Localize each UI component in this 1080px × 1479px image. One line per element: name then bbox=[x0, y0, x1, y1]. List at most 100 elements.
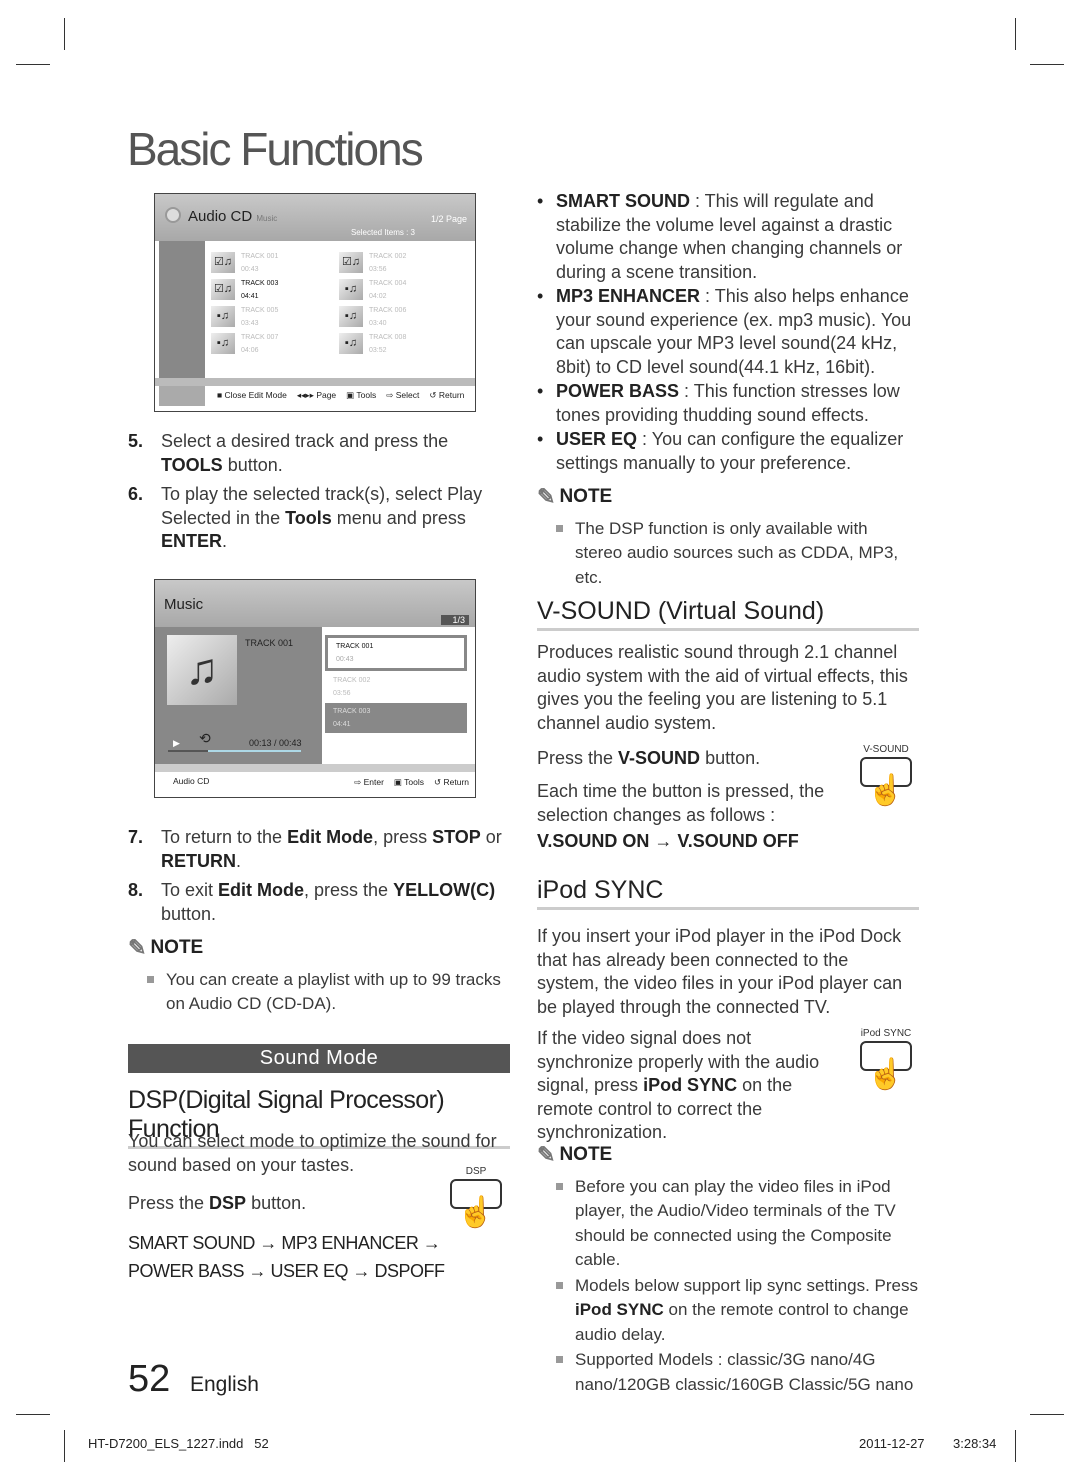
step-number: 6. bbox=[128, 484, 144, 504]
footer-label: Select bbox=[395, 390, 420, 400]
crop-mark bbox=[1030, 1414, 1064, 1415]
step-number: 8. bbox=[128, 880, 144, 900]
tools-icon: ▣ bbox=[346, 390, 357, 400]
page-title: Basic Functions bbox=[127, 123, 424, 175]
footer-label: Tools bbox=[404, 777, 424, 787]
track-item[interactable]: ▪♫ TRACK 008 03:52 bbox=[339, 333, 467, 354]
playlist-item[interactable]: TRACK 003 04:41 bbox=[325, 703, 467, 733]
slug-file: HT-D7200_ELS_1227.indd 52 bbox=[88, 1436, 269, 1451]
page-indicator: 1/3 bbox=[441, 615, 469, 625]
vsound-heading: V-SOUND (Virtual Sound) bbox=[537, 597, 919, 631]
step-item: 6. To play the selected track(s), select … bbox=[128, 483, 513, 554]
track-time: 04:06 bbox=[241, 346, 259, 354]
note-item: The DSP function is only available with … bbox=[537, 517, 917, 591]
pencil-icon: ✎ bbox=[537, 1142, 556, 1167]
crop-mark bbox=[16, 64, 50, 65]
ipod-sync-text: If the video signal does not synchronize… bbox=[537, 1028, 820, 1142]
note-heading: ✎ NOTE bbox=[128, 935, 204, 960]
footer-label: Tools bbox=[356, 390, 377, 400]
slug-time: 3:28:34 bbox=[953, 1436, 997, 1451]
audio-cd-edit-screen: Audio CD Music 1/2 Page Selected Items :… bbox=[154, 193, 476, 412]
crop-mark bbox=[1030, 64, 1064, 65]
track-label: TRACK 007 04:06 bbox=[241, 331, 278, 357]
play-icon: ▶ bbox=[173, 738, 180, 748]
playlist-item[interactable]: TRACK 002 03:56 bbox=[325, 672, 467, 702]
track-item[interactable]: ☑♫ TRACK 001 00:43 bbox=[211, 252, 339, 273]
music-note-icon: ▪♫ bbox=[339, 306, 363, 327]
mode-item: POWER BASS : This function stresses low … bbox=[537, 380, 917, 427]
step-number: 7. bbox=[128, 827, 144, 847]
step-item: 8. To exit Edit Mode, press the YELLOW(C)… bbox=[128, 879, 513, 926]
dsp-button-illustration: DSP ☝ bbox=[450, 1166, 502, 1230]
hand-icon: ☝ bbox=[457, 1196, 495, 1229]
track-name: TRACK 003 bbox=[241, 279, 279, 287]
footer-return: ↺ Return bbox=[429, 390, 464, 401]
track-item[interactable]: ▪♫ TRACK 006 03:40 bbox=[339, 306, 467, 327]
crop-mark bbox=[16, 1414, 50, 1415]
music-note-icon: ☑♫ bbox=[211, 279, 235, 300]
track-time: 03:52 bbox=[369, 346, 387, 354]
tools-icon: ▣ bbox=[393, 777, 405, 787]
progress-bar bbox=[168, 750, 301, 752]
dsp-sequence-2: POWER BASS → USER EQ → DSPOFF bbox=[128, 1261, 445, 1281]
track-item[interactable]: ▪♫ TRACK 007 04:06 bbox=[211, 333, 339, 354]
track-name: TRACK 004 bbox=[369, 279, 407, 287]
mode-item: SMART SOUND : This will regulate and sta… bbox=[537, 190, 917, 284]
track-label: TRACK 003 04:41 bbox=[241, 277, 278, 303]
footer-return: ↺ Return bbox=[434, 777, 469, 788]
music-note-icon: ▪♫ bbox=[211, 306, 235, 327]
note-item: Supported Models : classic/3G nano/4G na… bbox=[537, 1348, 922, 1397]
note-heading: ✎ NOTE bbox=[537, 1142, 613, 1167]
step-text: To return to the Edit Mode, press STOP o… bbox=[161, 827, 502, 871]
vsound-sequence: V.SOUND ON → V.SOUND OFF bbox=[537, 831, 799, 851]
playlist-item[interactable]: TRACK 001 00:43 bbox=[325, 635, 467, 671]
footer-label: Close Edit Mode bbox=[224, 390, 287, 400]
track-item[interactable]: ☑♫ TRACK 003 04:41 bbox=[211, 279, 339, 300]
crop-mark bbox=[64, 18, 65, 50]
track-item[interactable]: ☑♫ TRACK 002 03:56 bbox=[339, 252, 467, 273]
screen-title: Music bbox=[164, 596, 204, 613]
track-label: TRACK 001 00:43 bbox=[241, 250, 278, 276]
track-name: TRACK 001 bbox=[241, 252, 279, 260]
note-heading: ✎ NOTE bbox=[537, 484, 613, 509]
track-name: TRACK 002 bbox=[333, 677, 371, 684]
track-item[interactable]: ▪♫ TRACK 004 04:02 bbox=[339, 279, 467, 300]
ipod-button-illustration: iPod SYNC ☝ bbox=[860, 1028, 912, 1091]
footer-tools: ▣ Tools bbox=[346, 390, 376, 401]
footer-page: ◂◂▸▸ Page bbox=[297, 390, 336, 401]
c-button-icon: ■ bbox=[217, 390, 225, 400]
dsp-sequence-1: SMART SOUND → MP3 ENHANCER → bbox=[128, 1233, 441, 1253]
screen-title: Audio CD bbox=[188, 208, 253, 225]
step-number: 5. bbox=[128, 431, 144, 451]
select-icon: ⇨ bbox=[386, 390, 396, 400]
slug-date: 2011-12-27 bbox=[859, 1436, 925, 1451]
section-banner: Sound Mode bbox=[128, 1044, 510, 1073]
step-text: To play the selected track(s), select Pl… bbox=[161, 484, 483, 551]
page-arrows-icon: ◂◂▸▸ bbox=[296, 390, 317, 400]
pencil-icon: ✎ bbox=[128, 935, 147, 960]
track-time: 04:41 bbox=[333, 721, 351, 728]
track-name: TRACK 003 bbox=[333, 708, 371, 715]
music-note-icon: ▪♫ bbox=[339, 279, 363, 300]
source-label: Audio CD bbox=[173, 776, 210, 786]
track-time: 04:02 bbox=[369, 292, 387, 300]
track-time: 03:56 bbox=[369, 265, 387, 273]
music-note-icon: ☑♫ bbox=[339, 252, 363, 273]
track-name: TRACK 001 bbox=[336, 643, 374, 650]
music-note-icon: ▪♫ bbox=[339, 333, 363, 354]
track-time: 04:41 bbox=[241, 292, 259, 300]
vsound-press: Press the V-SOUND button. bbox=[537, 748, 761, 768]
track-label: TRACK 008 03:52 bbox=[369, 331, 406, 357]
footer-label: Enter bbox=[363, 777, 384, 787]
mode-item: USER EQ : You can configure the equalize… bbox=[537, 428, 917, 475]
footer-label: Return bbox=[438, 390, 465, 400]
page-language: English bbox=[190, 1373, 259, 1396]
crop-mark bbox=[1015, 1430, 1016, 1462]
hand-icon: ☝ bbox=[867, 774, 905, 807]
track-name: TRACK 002 bbox=[369, 252, 407, 260]
step-item: 5. Select a desired track and press the T… bbox=[128, 430, 513, 477]
vsound-each: Each time the button is pressed, the sel… bbox=[537, 781, 825, 825]
track-item[interactable]: ▪♫ TRACK 005 03:43 bbox=[211, 306, 339, 327]
track-time: 03:40 bbox=[369, 319, 387, 327]
step-text: To exit Edit Mode, press the YELLOW(C) b… bbox=[161, 880, 496, 924]
